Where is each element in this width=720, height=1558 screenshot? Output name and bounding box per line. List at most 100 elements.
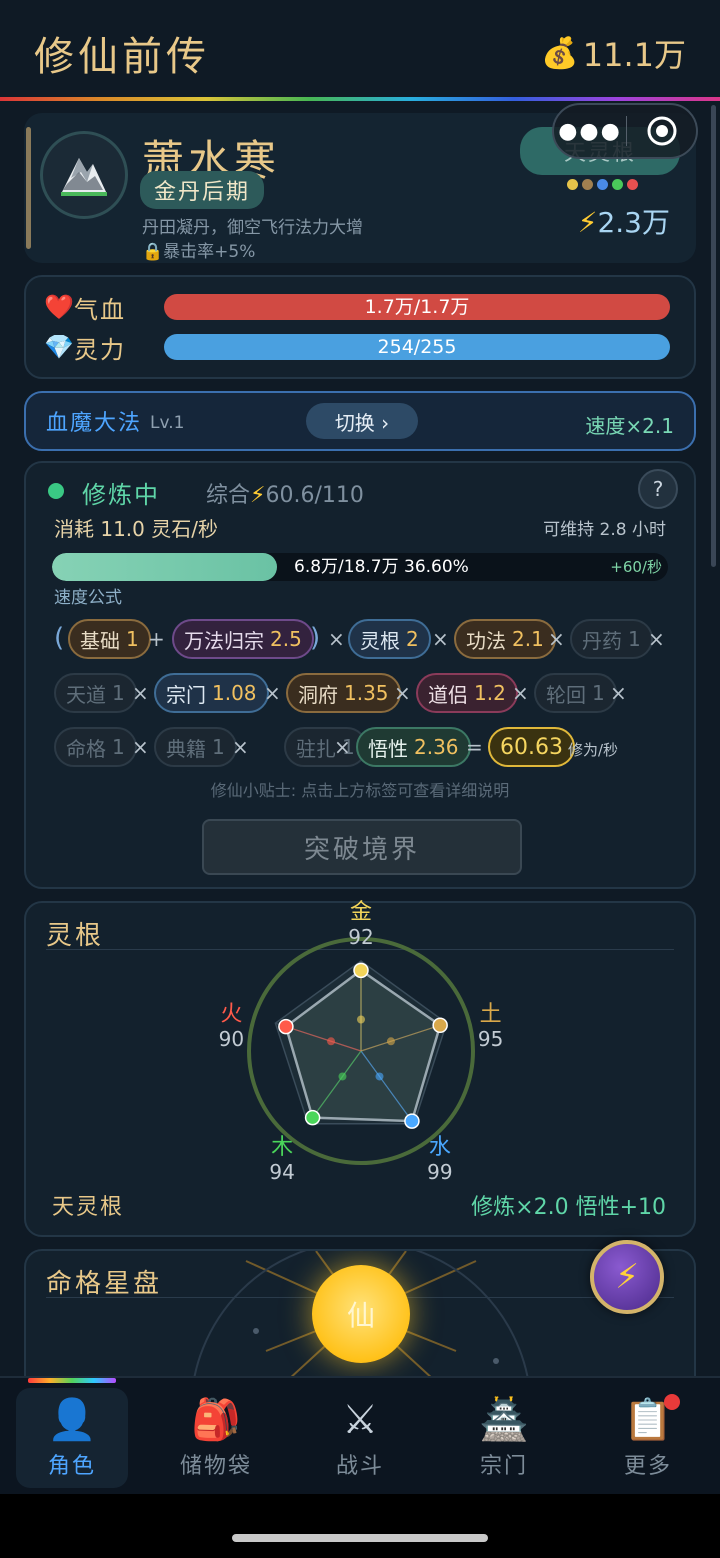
active-tab-indicator [28,1378,116,1383]
element-dot [612,179,623,190]
technique-level: Lv.1 [150,413,185,433]
radar-inner-point [375,1072,384,1081]
factor-value: 1 [628,627,641,651]
lightning-icon: ⚡ [577,206,598,239]
sustain-time: 可维持 2.8 小时 [543,520,666,540]
stats-card: ❤️ 气血 1.7万/1.7万 💎 灵力 254/255 [24,275,696,379]
nav-tab-character[interactable]: 👤 角色 [16,1388,128,1488]
factor-value: 2.5 [270,627,302,651]
radar-inner-point [338,1072,347,1081]
cultivation-tip: 修仙小贴士: 点击上方标签可查看详细说明 [210,781,510,800]
radar-inner-point [357,1015,365,1024]
nav-tab-more[interactable]: 📋 更多 [592,1388,704,1488]
target-close-icon[interactable] [627,115,696,147]
factor-tag-fate[interactable]: 命格 1 [54,727,137,767]
technique-bar: 血魔大法 Lv.1 切换 › 速度×2.1 [24,391,696,451]
element-value: 94 [269,1159,295,1184]
mountain-icon [61,158,107,196]
factor-label: 典籍 [166,736,206,761]
radar-point-4 [278,1018,294,1035]
radar-point-0 [353,962,369,979]
mini-program-capsule[interactable]: ●●● [552,103,698,159]
factor-label: 命格 [66,736,106,761]
hp-value: 1.7万/1.7万 [364,296,470,318]
factor-label: 驻扎 [296,736,336,761]
formula-result[interactable]: 60.63 [488,727,575,767]
factor-tag-dao-partner[interactable]: 道侣 1.2 [416,673,518,713]
formula-operator: × [432,627,449,651]
spirit-root-title: 灵根 [46,921,105,951]
lock-icon: 🔒 [142,242,164,262]
factor-value: 1.35 [344,681,389,705]
cultivation-status: 修炼中 [82,481,160,509]
formula-paren: ( [54,623,65,653]
formula-operator: × [232,735,249,759]
factor-tag-sect[interactable]: 宗门 1.08 [154,673,269,713]
more-dots-icon[interactable]: ●●● [554,119,626,144]
main-scroll[interactable]: 萧水寒 金丹后期 丹田凝丹，御空飞行法力大增 🔒暴击率+5% 天灵根 ●●● ⚡… [0,101,720,1376]
element-label: 金 [349,900,372,925]
factor-tag-universal-dharma[interactable]: 万法归宗 2.5 [172,619,314,659]
factor-value: 1.2 [474,681,506,705]
formula-operator: + [148,627,165,651]
element-radar-chart [247,937,475,1165]
factor-tag-scripture[interactable]: 典籍 1 [154,727,237,767]
factor-value: 1 [126,627,139,651]
star-chart-title: 命格星盘 [46,1269,163,1299]
radar-inner-point [386,1037,395,1046]
nav-tab-storage-bag[interactable]: 🎒 储物袋 [160,1388,272,1488]
formula-operator: × [334,735,351,759]
factor-tag-reincarnation[interactable]: 轮回 1 [534,673,617,713]
nav-tab-sect[interactable]: 🏯 宗门 [448,1388,560,1488]
factor-value: 2.36 [414,735,459,759]
destiny-star-node[interactable]: 仙 [312,1265,410,1363]
money-bag-icon: 💰 [541,35,579,71]
element-label: 火 [220,1002,243,1028]
nav-label: 角色 [47,1454,96,1479]
factor-label: 万法归宗 [184,628,264,653]
element-label: 水 [428,1134,451,1160]
factor-label: 天道 [66,682,106,707]
nav-tab-battle[interactable]: ⚔ 战斗 [304,1388,416,1488]
help-button[interactable]: ? [638,469,678,509]
factor-label: 丹药 [582,628,622,653]
factor-tag-station[interactable]: 驻扎 1 [284,727,367,767]
factor-tag-cave[interactable]: 洞府 1.35 [286,673,401,713]
realm-badge: 金丹后期 [140,171,265,209]
radar-inner-point [327,1037,336,1046]
factor-tag-heavenly-dao[interactable]: 天道 1 [54,673,137,713]
formula-operator: × [548,627,565,651]
factor-value: 1 [112,735,125,759]
stone-consumption: 消耗 11.0 灵石/秒 [54,517,218,541]
profile-accent-bar [26,127,31,249]
scrollbar[interactable] [711,105,716,567]
formula-operator: × [328,627,345,651]
factor-label: 洞府 [298,682,338,707]
factor-tag-comprehension[interactable]: 悟性 2.36 [356,727,471,767]
factor-tag-pill[interactable]: 丹药 1 [570,619,653,659]
switch-technique-button[interactable]: 切换 › [306,403,418,439]
coin-amount: 11.1万 [582,36,686,74]
heart-icon: ❤️ [44,293,74,321]
breakthrough-button[interactable]: 突破境界 [202,819,522,875]
factor-tag-spirit-root[interactable]: 灵根 2 [348,619,431,659]
element-value: 92 [348,925,374,949]
progress-fill [52,553,278,581]
mp-label: 灵力 [74,335,126,364]
lightning-fab-button[interactable]: ⚡ [590,1240,664,1314]
factor-label: 轮回 [546,682,586,707]
factor-label: 基础 [80,628,120,653]
factor-tag-base[interactable]: 基础 1 [68,619,151,659]
realm-description: 丹田凝丹，御空飞行法力大增 [142,218,363,238]
home-indicator[interactable] [232,1534,488,1542]
mp-row: 💎 灵力 254/255 [44,333,670,364]
element-value: 90 [218,1027,245,1052]
nav-label: 更多 [623,1454,672,1479]
spirit-root-card: 灵根 金 92 土 95 水 99 木 94 火 90 天灵根 修炼×2.0 悟性+10 [24,901,696,1237]
formula-operator: × [648,627,665,651]
nav-label: 宗门 [479,1454,528,1479]
element-dots [567,179,638,190]
avatar[interactable] [40,131,128,219]
element-dot [582,179,593,190]
factor-tag-technique[interactable]: 功法 2.1 [454,619,556,659]
